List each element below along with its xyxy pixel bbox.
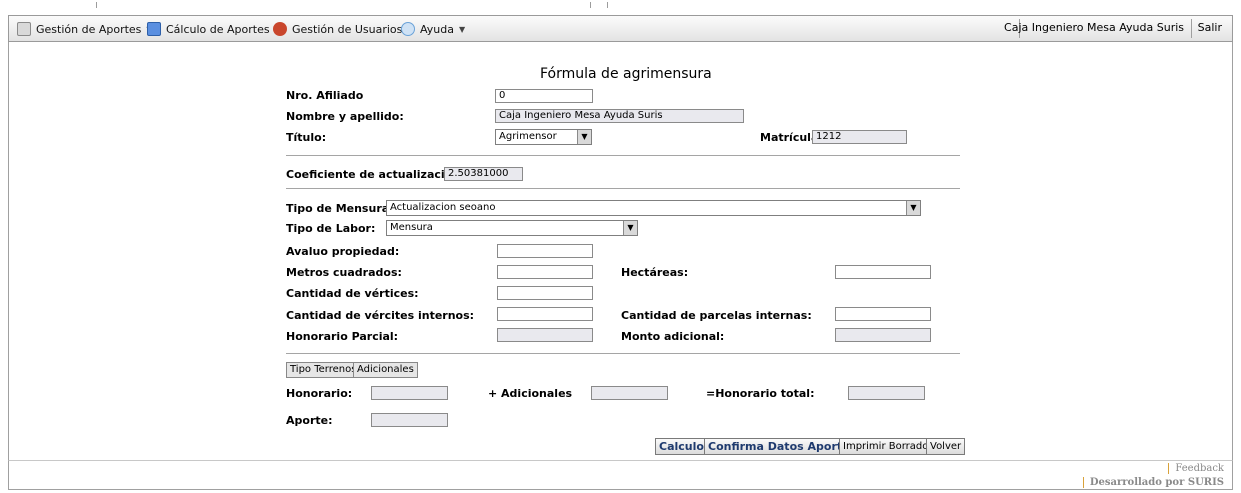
dropdown-arrow-icon[interactable]: ▼ xyxy=(577,130,591,144)
footer: Feedback Desarrollado por SURIS xyxy=(8,460,1233,490)
nombre-label: Nombre y apellido: xyxy=(286,110,404,123)
nro-afiliado-label: Nro. Afiliado xyxy=(286,89,364,102)
tipo-mensura-value: Actualizacion seoano xyxy=(390,202,496,213)
confirma-datos-aporte-button[interactable]: Confirma Datos Aporte xyxy=(704,438,854,455)
metros-label: Metros cuadrados: xyxy=(286,266,402,279)
menu-gestion-aportes[interactable]: Gestión de Aportes ▼ xyxy=(17,20,153,38)
aporte-field[interactable] xyxy=(371,413,448,427)
titulo-value: Agrimensor xyxy=(499,131,557,142)
credits-text: Desarrollado por SURIS xyxy=(1082,477,1224,488)
menu-label: Gestión de Aportes xyxy=(36,22,142,36)
volver-button[interactable]: Volver xyxy=(926,438,966,455)
vertices-field[interactable] xyxy=(497,286,593,300)
titulo-label: Título: xyxy=(286,131,327,144)
calculator-icon xyxy=(147,22,161,36)
calculo-button[interactable]: Calculo xyxy=(655,438,708,455)
divider xyxy=(286,353,960,354)
monto-adicional-label: Monto adicional: xyxy=(621,330,725,343)
matricula-field[interactable]: 1212 xyxy=(812,130,907,144)
menu-gestion-usuarios[interactable]: Gestión de Usuarios ▼ xyxy=(273,20,414,38)
vertices-internos-label: Cantidad de vércites internos: xyxy=(286,309,475,322)
current-user: Caja Ingeniero Mesa Ayuda Suris xyxy=(1004,21,1184,34)
avaluo-field[interactable] xyxy=(497,244,593,258)
adicionales-label: + Adicionales xyxy=(488,387,573,400)
coef-field[interactable]: 2.50381000 xyxy=(444,167,523,181)
tipo-labor-select[interactable]: Mensura ▼ xyxy=(386,220,638,236)
aporte-label: Aporte: xyxy=(286,414,333,427)
hectareas-field[interactable] xyxy=(835,265,931,279)
tipo-labor-label: Tipo de Labor: xyxy=(286,222,376,235)
imprimir-borrador-button[interactable]: Imprimir Borrador xyxy=(839,438,937,455)
honorario-parcial-field[interactable] xyxy=(497,328,593,342)
menu-separator xyxy=(1191,19,1192,38)
menu-calculo-aportes[interactable]: Cálculo de Aportes ▼ xyxy=(147,20,281,38)
menu-ayuda[interactable]: Ayuda ▼ xyxy=(401,20,465,38)
logout-link[interactable]: Salir xyxy=(1198,21,1222,34)
menu-label: Cálculo de Aportes xyxy=(166,22,270,36)
monto-adicional-field[interactable] xyxy=(835,328,931,342)
menu-label: Ayuda xyxy=(420,22,454,36)
feedback-link[interactable]: Feedback xyxy=(1168,463,1224,474)
honorario-field[interactable] xyxy=(371,386,448,400)
parcelas-label: Cantidad de parcelas internas: xyxy=(621,309,812,322)
hectareas-label: Hectáreas: xyxy=(621,266,689,279)
avaluo-label: Avaluo propiedad: xyxy=(286,245,400,258)
dropdown-arrow-icon[interactable]: ▼ xyxy=(906,201,920,215)
divider xyxy=(286,188,960,189)
chevron-down-icon: ▼ xyxy=(458,24,466,34)
nro-afiliado-field[interactable]: 0 xyxy=(495,89,593,103)
menu-bar: Gestión de Aportes ▼ Cálculo de Aportes … xyxy=(8,15,1233,42)
adicionales-field[interactable] xyxy=(591,386,668,400)
divider xyxy=(286,155,960,156)
users-icon xyxy=(273,22,287,36)
honorario-total-field[interactable] xyxy=(848,386,925,400)
vertices-label: Cantidad de vértices: xyxy=(286,287,419,300)
vertices-internos-field[interactable] xyxy=(497,307,593,321)
dropdown-arrow-icon[interactable]: ▼ xyxy=(623,221,637,235)
honorario-parcial-label: Honorario Parcial: xyxy=(286,330,399,343)
parcelas-field[interactable] xyxy=(835,307,931,321)
tipo-labor-value: Mensura xyxy=(390,222,433,233)
matricula-label: Matrícula xyxy=(760,131,819,144)
metros-field[interactable] xyxy=(497,265,593,279)
help-icon xyxy=(401,22,415,36)
honorario-total-label: =Honorario total: xyxy=(706,387,815,400)
tipo-mensura-label: Tipo de Mensura: xyxy=(286,202,394,215)
honorario-label: Honorario: xyxy=(286,387,353,400)
tab-adicionales[interactable]: Adicionales xyxy=(353,362,418,378)
nombre-field[interactable]: Caja Ingeniero Mesa Ayuda Suris xyxy=(495,109,744,123)
tipo-mensura-select[interactable]: Actualizacion seoano ▼ xyxy=(386,200,921,216)
page-title: Fórmula de agrimensura xyxy=(540,66,712,82)
menu-label: Gestión de Usuarios xyxy=(292,22,403,36)
coef-label: Coeficiente de actualizacion: xyxy=(286,168,465,181)
titulo-select[interactable]: Agrimensor ▼ xyxy=(495,129,592,145)
clipboard-icon xyxy=(17,22,31,36)
tab-tipo-terrenos[interactable]: Tipo Terrenos xyxy=(286,362,361,378)
browser-top-strip xyxy=(0,0,1241,10)
